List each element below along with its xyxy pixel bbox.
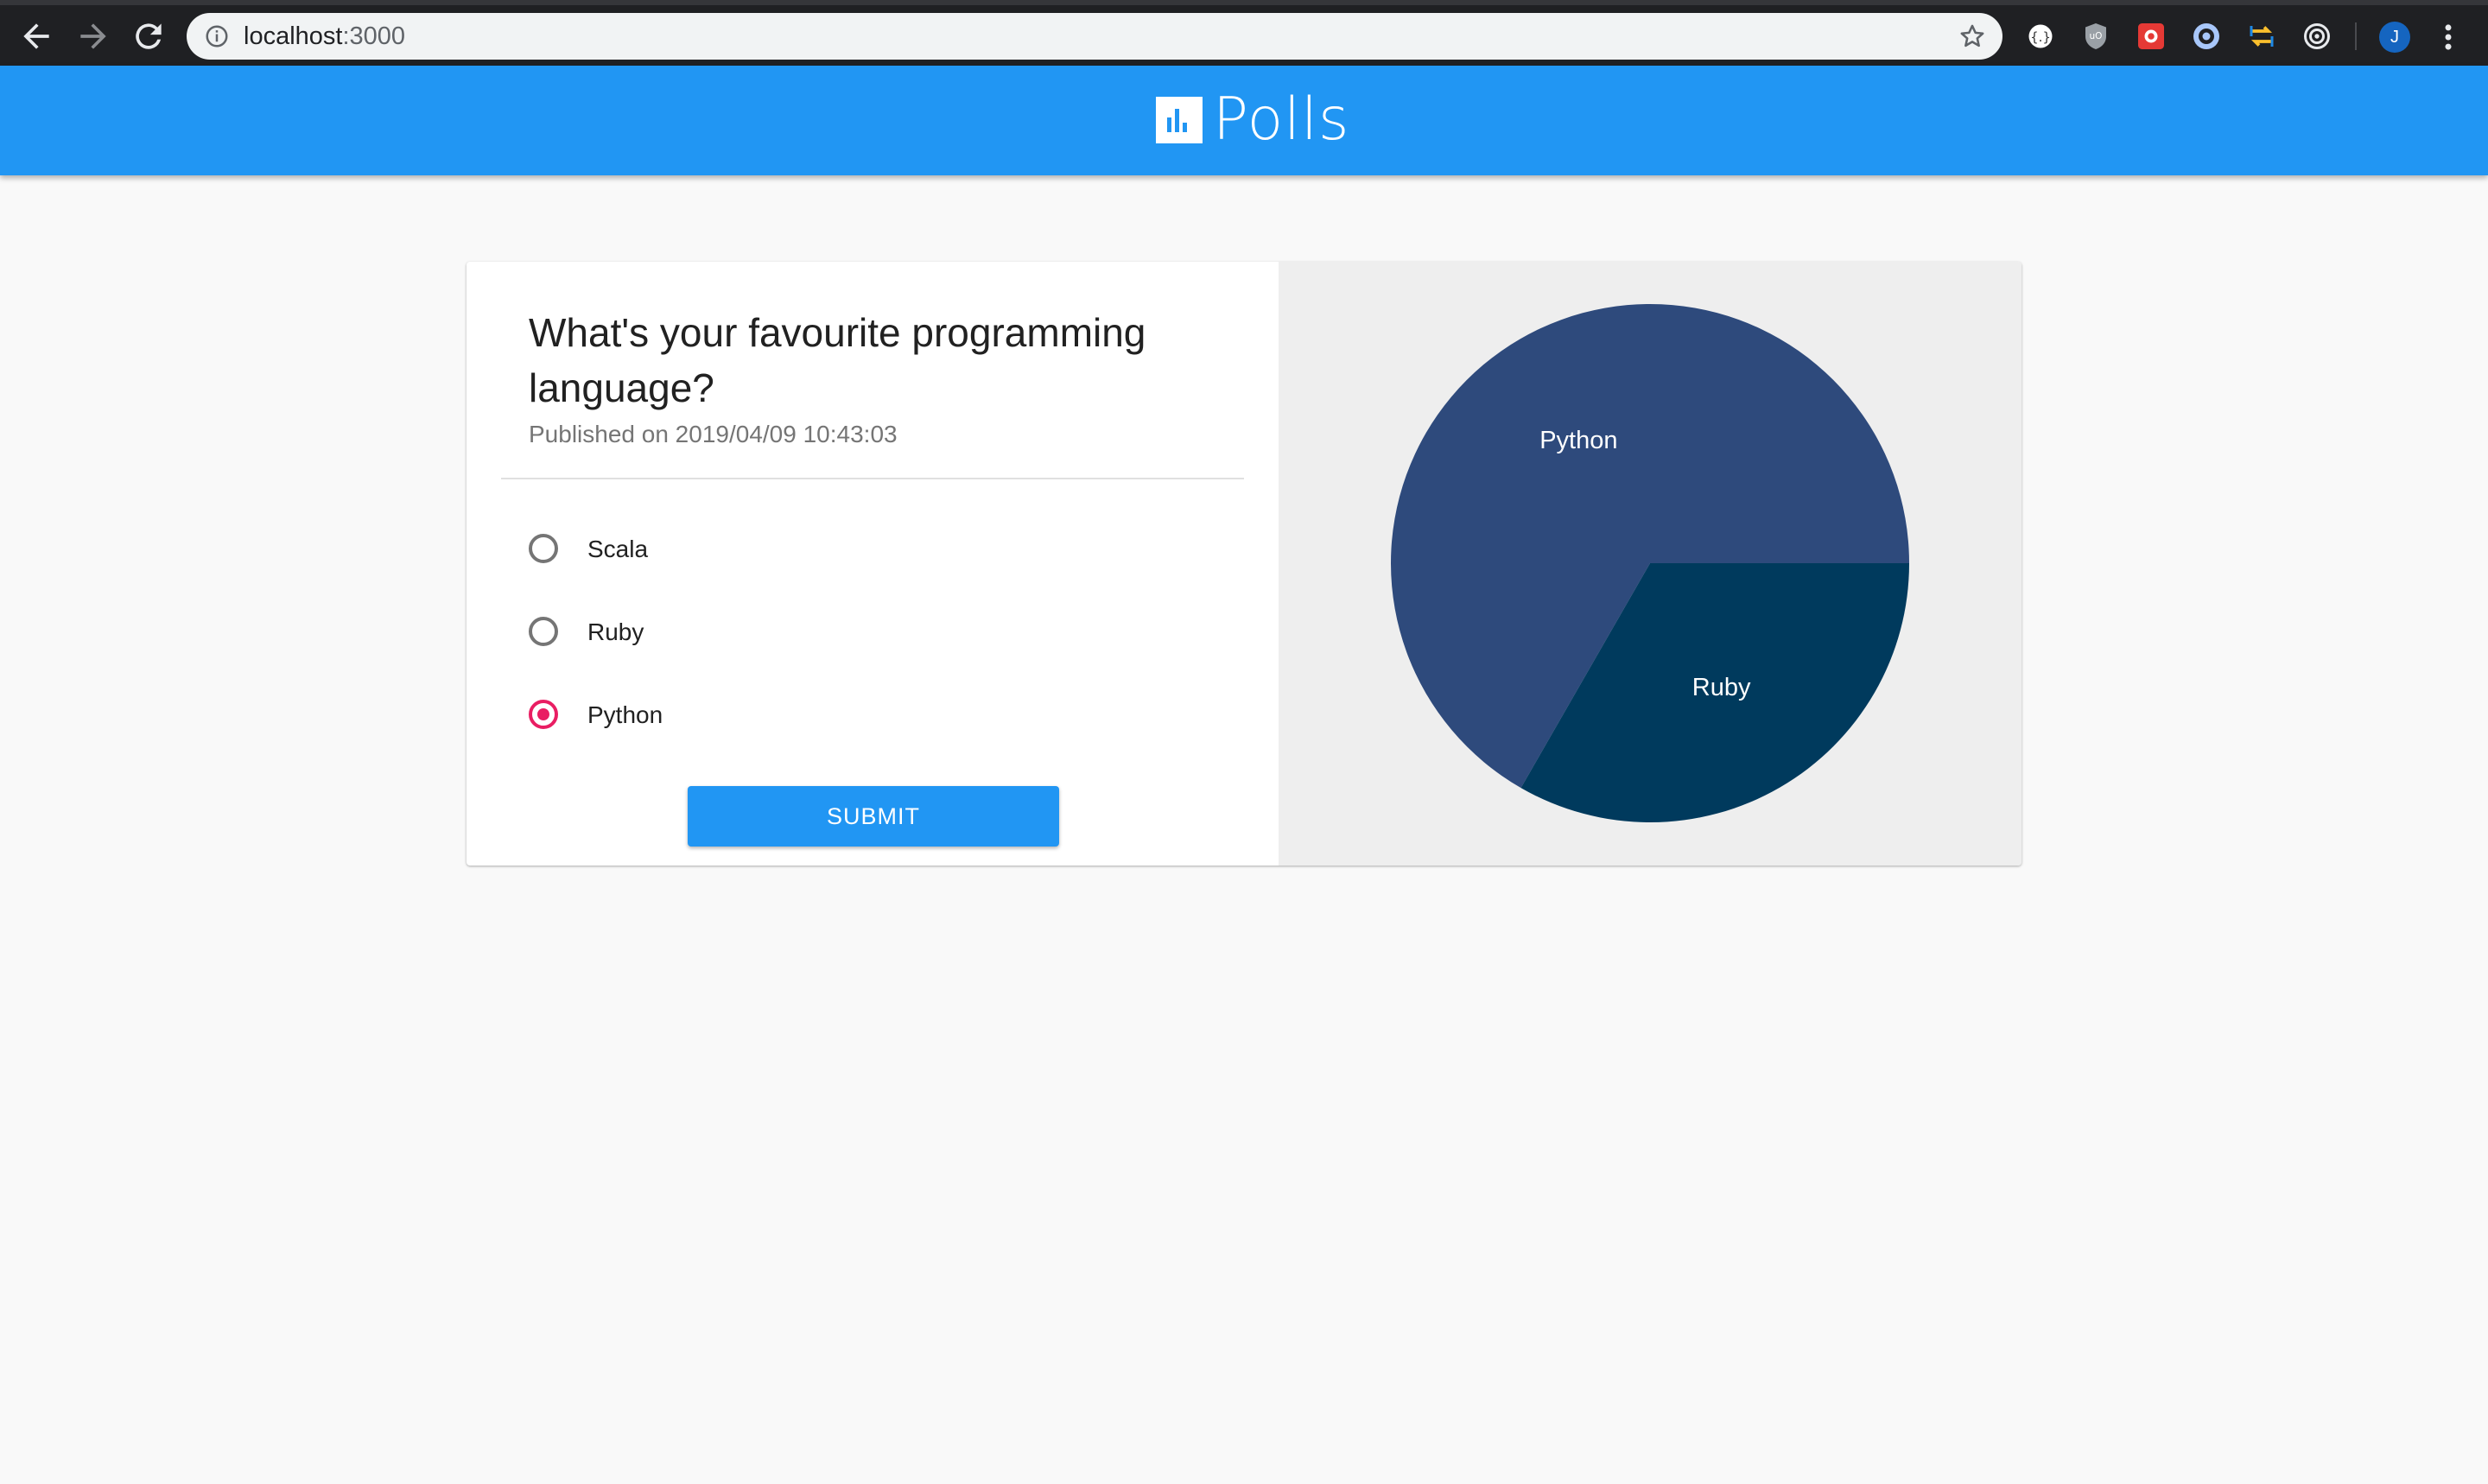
results-pie-chart: Python Ruby <box>1279 262 2022 866</box>
extension-icon[interactable]: {.} <box>2025 21 2056 52</box>
results-panel: Python Ruby <box>1279 262 2022 866</box>
published-date: Published on 2019/04/09 10:43:03 <box>529 421 898 447</box>
option-label: Python <box>587 701 663 728</box>
browser-toolbar: localhost:3000 {.} uO J <box>0 0 2488 66</box>
option-scala[interactable]: Scala <box>529 532 1047 575</box>
extension-icon[interactable] <box>2191 21 2222 52</box>
toolbar-divider <box>2355 22 2357 50</box>
address-bar[interactable]: localhost:3000 <box>187 13 2002 60</box>
radio-button-selected[interactable] <box>529 700 558 729</box>
menu-kebab-icon[interactable] <box>2440 21 2457 54</box>
poll-form: What's your favourite programming langua… <box>466 262 1279 866</box>
ublock-icon[interactable]: uO <box>2080 21 2111 52</box>
poll-question: What's your favourite programming langua… <box>529 310 1146 410</box>
submit-button[interactable]: SUBMIT <box>688 786 1059 847</box>
back-icon[interactable] <box>17 17 55 55</box>
option-label: Scala <box>587 536 649 562</box>
url-text: localhost:3000 <box>244 23 405 49</box>
profile-avatar[interactable]: J <box>2379 22 2410 53</box>
bookmark-star-icon[interactable] <box>1958 22 1987 51</box>
extension-icon[interactable] <box>2301 21 2332 52</box>
extension-icon[interactable] <box>2136 21 2167 52</box>
reload-icon[interactable] <box>130 17 168 55</box>
svg-text:{.}: {.} <box>2030 29 2051 45</box>
divider <box>501 478 1244 479</box>
forward-icon[interactable] <box>74 17 112 55</box>
pie-label-ruby: Ruby <box>1692 674 1751 701</box>
option-python[interactable]: Python <box>529 698 1047 741</box>
option-label: Ruby <box>587 618 644 645</box>
url-host: localhost <box>244 22 343 50</box>
info-icon[interactable] <box>204 23 230 49</box>
extension-icon[interactable] <box>2246 21 2277 52</box>
poll-chart-icon <box>1156 97 1203 143</box>
option-ruby[interactable]: Ruby <box>529 615 1047 658</box>
radio-button[interactable] <box>529 534 558 563</box>
pie-chart-svg: Python Ruby <box>1391 304 1909 823</box>
url-port: :3000 <box>342 22 406 50</box>
app-header: Polls <box>0 66 2488 175</box>
poll-card: What's your favourite programming langua… <box>466 262 2022 866</box>
pie-label-python: Python <box>1539 427 1617 454</box>
svg-text:uO: uO <box>2090 31 2103 41</box>
radio-button[interactable] <box>529 617 558 646</box>
brand-title: Polls <box>1213 86 1350 154</box>
